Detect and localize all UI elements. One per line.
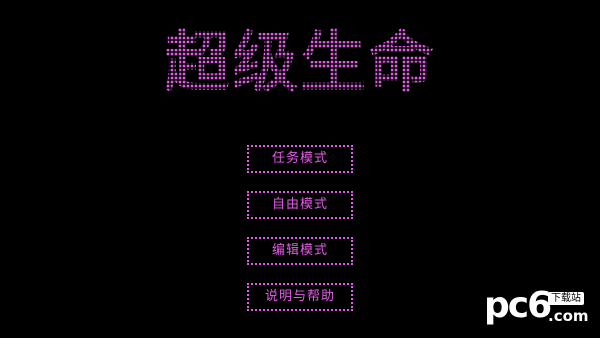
game-title: 超级生命 [150, 28, 450, 98]
free-mode-button[interactable]: 自由模式 [247, 191, 353, 219]
watermark-badge: 下载站 [548, 292, 584, 305]
edit-mode-button[interactable]: 编辑模式 [247, 237, 353, 265]
main-menu: 任务模式 自由模式 编辑模式 说明与帮助 [247, 145, 353, 329]
help-button[interactable]: 说明与帮助 [247, 283, 353, 311]
game-screen: 超级生命 任务模式 自由模式 编辑模式 说明与帮助 pc6 下载站 .com [0, 0, 600, 338]
site-watermark: pc6 下载站 .com [484, 285, 596, 332]
watermark-logo: pc6 [484, 285, 552, 326]
mission-mode-button[interactable]: 任务模式 [247, 145, 353, 173]
watermark-domain: .com [548, 307, 589, 325]
